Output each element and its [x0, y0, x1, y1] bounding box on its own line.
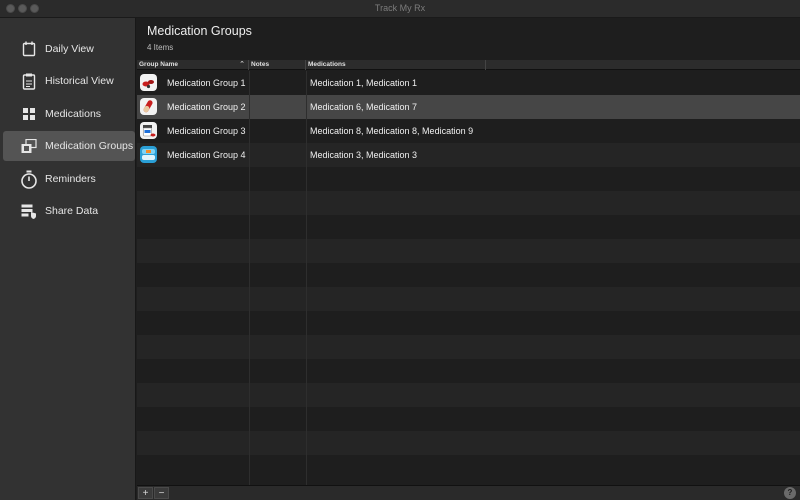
share-data-icon — [19, 201, 39, 221]
sidebar-item-share-data[interactable]: Share Data — [3, 196, 135, 226]
column-header-notes[interactable]: Notes — [249, 60, 306, 70]
sort-ascending-icon: ⌃ — [239, 61, 245, 68]
help-button[interactable]: ? — [784, 487, 796, 499]
group-name: Medication Group 1 — [167, 78, 246, 88]
column-header-label: Notes — [251, 61, 270, 68]
add-group-button[interactable]: + — [138, 487, 153, 499]
column-header-medications[interactable]: Medications — [306, 60, 486, 70]
group-name: Medication Group 2 — [167, 102, 246, 112]
table-row[interactable]: Medication Group 1 Medication 1, Medicat… — [137, 71, 800, 95]
item-count: 4 Items — [147, 43, 174, 52]
sidebar-item-label: Daily View — [45, 43, 94, 55]
sidebar-item-label: Share Data — [45, 205, 99, 217]
table-header: Group Name ⌃ Notes Medications — [137, 60, 800, 70]
empty-row — [137, 383, 800, 407]
empty-row — [137, 215, 800, 239]
sidebar-item-historical-view[interactable]: Historical View — [3, 66, 135, 96]
group-medications: Medication 1, Medication 1 — [310, 78, 418, 88]
sidebar-item-label: Medication Groups — [45, 140, 134, 152]
calendar-icon — [19, 39, 39, 59]
sidebar-item-medications[interactable]: Medications — [3, 99, 135, 129]
column-header-label: Medications — [308, 61, 346, 68]
empty-row — [137, 407, 800, 431]
empty-row — [137, 431, 800, 455]
window-title: Track My Rx — [374, 3, 426, 13]
main-content: Medication Groups 4 Items Group Name ⌃ N… — [137, 18, 800, 500]
clipboard-icon — [19, 71, 39, 91]
sidebar-item-medication-groups[interactable]: Medication Groups — [3, 131, 135, 161]
group-name: Medication Group 3 — [167, 126, 246, 136]
sidebar-item-label: Historical View — [45, 75, 114, 87]
empty-row — [137, 455, 800, 479]
sidebar-item-label: Medications — [45, 108, 102, 120]
empty-row — [137, 263, 800, 287]
page-title: Medication Groups — [147, 24, 252, 38]
sidebar-item-label: Reminders — [45, 173, 96, 185]
table-row[interactable]: Medication Group 2 Medication 6, Medicat… — [137, 95, 800, 119]
group-medications: Medication 3, Medication 3 — [310, 150, 418, 160]
capsule-red-icon — [140, 98, 157, 115]
inhaler-blue-icon — [140, 146, 157, 163]
stopwatch-icon — [19, 169, 39, 189]
empty-row — [137, 359, 800, 383]
table-row[interactable]: Medication Group 4 Medication 3, Medicat… — [137, 143, 800, 167]
column-divider — [306, 71, 307, 485]
sidebar-item-daily-view[interactable]: Daily View — [3, 34, 135, 64]
medication-groups-icon — [19, 136, 39, 156]
sidebar-item-reminders[interactable]: Reminders — [3, 164, 135, 194]
column-header-group-name[interactable]: Group Name ⌃ — [137, 60, 249, 70]
sidebar: Daily View Historical View Medications M… — [0, 18, 136, 500]
table-row[interactable]: Medication Group 3 Medication 8, Medicat… — [137, 119, 800, 143]
group-medications: Medication 8, Medication 8, Medication 9 — [310, 126, 474, 136]
empty-row — [137, 191, 800, 215]
grid-icon — [19, 104, 39, 124]
medication-groups-table: Group Name ⌃ Notes Medications Medicatio… — [137, 60, 800, 485]
group-medications: Medication 6, Medication 7 — [310, 102, 418, 112]
table-body: Medication Group 1 Medication 1, Medicat… — [137, 71, 800, 485]
remove-group-button[interactable]: − — [154, 487, 169, 499]
empty-row — [137, 311, 800, 335]
pill-bottle-icon — [140, 122, 157, 139]
empty-row — [137, 335, 800, 359]
empty-row — [137, 239, 800, 263]
group-name: Medication Group 4 — [167, 150, 246, 160]
pills-red-icon — [140, 74, 157, 91]
title-bar: Track My Rx — [0, 0, 800, 18]
column-header-label: Group Name — [139, 61, 179, 68]
bottom-toolbar: + − ? — [137, 485, 800, 500]
column-divider — [249, 71, 250, 485]
empty-row — [137, 287, 800, 311]
empty-row — [137, 167, 800, 191]
app-window: Track My Rx Daily View Historical View M… — [0, 0, 800, 500]
